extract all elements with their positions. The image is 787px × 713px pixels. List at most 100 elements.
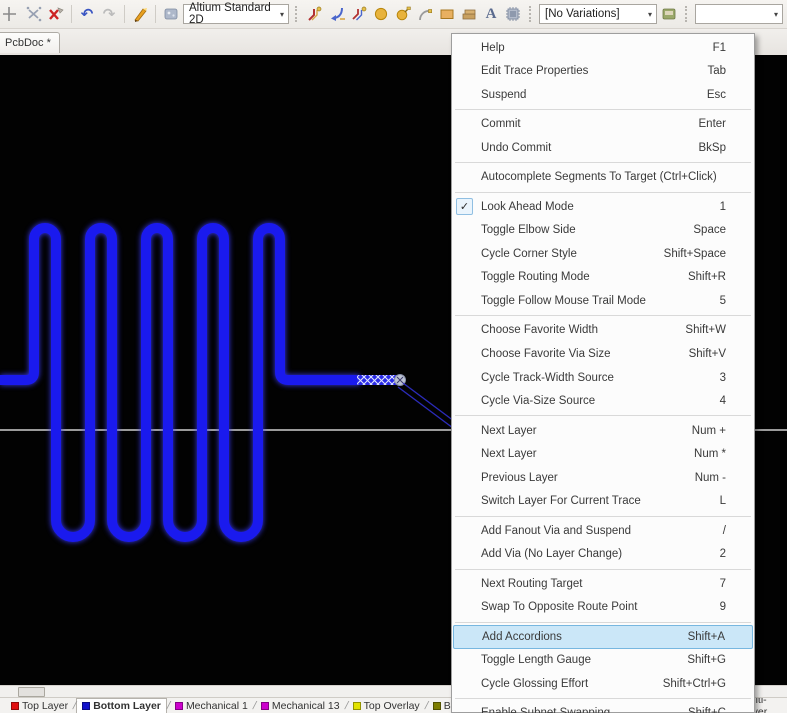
menu-item-cycle-corner-style[interactable]: Cycle Corner StyleShift+Space: [452, 242, 754, 266]
toolbar-separator: [124, 5, 125, 23]
menu-item-choose-favorite-width[interactable]: Choose Favorite WidthShift+W: [452, 319, 754, 343]
serpentine-trace: [0, 228, 360, 537]
via-icon[interactable]: [393, 4, 413, 24]
menu-item-add-via-no-layer-change[interactable]: Add Via (No Layer Change)2: [452, 543, 754, 567]
menu-item-cycle-via-size-source[interactable]: Cycle Via-Size Source4: [452, 389, 754, 413]
variations-combo-value: [No Variations]: [545, 8, 620, 20]
layer-tab-label: Mechanical 1: [186, 700, 248, 712]
document-tab-pcbdoc[interactable]: PcbDoc *: [0, 32, 60, 53]
menu-item-label: Add Fanout Via and Suspend: [481, 525, 723, 537]
chevron-down-icon[interactable]: ▾: [643, 10, 656, 19]
horizontal-scrollbar-thumb[interactable]: [18, 687, 45, 697]
menu-item-label: Suspend: [481, 89, 707, 101]
menu-item-label: Choose Favorite Width: [481, 324, 685, 336]
menu-item-look-ahead-mode[interactable]: ✓Look Ahead Mode1: [452, 195, 754, 219]
menu-item-label: Add Accordions: [482, 631, 688, 643]
menu-item-label: Toggle Routing Mode: [481, 271, 688, 283]
menu-item-autocomplete-segments-to-target-ctrl-click[interactable]: Autocomplete Segments To Target (Ctrl+Cl…: [452, 166, 754, 190]
menu-item-cycle-glossing-effort[interactable]: Cycle Glossing EffortShift+Ctrl+G: [452, 672, 754, 696]
arc-icon[interactable]: [415, 4, 435, 24]
lookahead-line-2: [398, 387, 457, 431]
menu-item-label: Cycle Track-Width Source: [481, 372, 720, 384]
extra-combo[interactable]: ▾: [695, 4, 783, 24]
menu-item-toggle-routing-mode[interactable]: Toggle Routing ModeShift+R: [452, 266, 754, 290]
toolbar-separator: [71, 5, 72, 23]
region-icon[interactable]: [459, 4, 479, 24]
menu-separator: [455, 162, 751, 163]
layer-tab-top-overlay[interactable]: Top Overlay: [348, 698, 425, 713]
menu-item-toggle-length-gauge[interactable]: Toggle Length GaugeShift+G: [452, 649, 754, 673]
menu-separator: [455, 192, 751, 193]
delete-cross-icon[interactable]: [46, 4, 66, 24]
menu-item-label: Toggle Follow Mouse Trail Mode: [481, 295, 720, 307]
menu-item-shortcut: 7: [720, 578, 726, 590]
menu-item-suspend[interactable]: SuspendEsc: [452, 83, 754, 107]
menu-item-enable-subnet-swapping[interactable]: Enable Subnet SwappingShift+C: [452, 701, 754, 713]
menu-item-shortcut: BkSp: [699, 142, 727, 154]
menu-item-edit-trace-properties[interactable]: Edit Trace PropertiesTab: [452, 60, 754, 84]
layer-tab-top-layer[interactable]: Top Layer: [6, 698, 73, 713]
undo-icon[interactable]: ↶: [77, 4, 97, 24]
menu-item-next-routing-target[interactable]: Next Routing Target7: [452, 572, 754, 596]
menu-item-shortcut: Esc: [707, 89, 726, 101]
toolbar-drag-handle: [529, 6, 533, 22]
menu-item-undo-commit[interactable]: Undo CommitBkSp: [452, 136, 754, 160]
menu-item-add-accordions[interactable]: Add AccordionsShift+A: [453, 625, 753, 649]
menu-item-shortcut: Shift+C: [688, 707, 726, 713]
menu-item-help[interactable]: HelpF1: [452, 36, 754, 60]
menu-item-next-layer[interactable]: Next LayerNum +: [452, 419, 754, 443]
interactive-route-icon[interactable]: [305, 4, 325, 24]
fill-icon[interactable]: [437, 4, 457, 24]
menu-item-shortcut: 2: [720, 548, 726, 560]
string-icon[interactable]: A: [481, 4, 501, 24]
menu-item-switch-layer-for-current-trace[interactable]: Switch Layer For Current TraceL: [452, 490, 754, 514]
net-select-icon[interactable]: [24, 4, 44, 24]
board-insight-icon[interactable]: [161, 4, 181, 24]
main-toolbar: ↶ ↷ Altium Standard 2D▾ A [No Variations] ▾ ▾: [0, 0, 787, 29]
menu-item-add-fanout-via-and-suspend[interactable]: Add Fanout Via and Suspend/: [452, 519, 754, 543]
menu-item-shortcut: Space: [693, 224, 726, 236]
menu-item-cycle-track-width-source[interactable]: Cycle Track-Width Source3: [452, 366, 754, 390]
layer-tab-label: Mechanical 13: [272, 700, 340, 712]
layer-tab-bottom-layer[interactable]: Bottom Layer: [76, 698, 167, 713]
crosshair-partial-icon[interactable]: [2, 4, 22, 24]
toolbar-drag-handle: [685, 6, 689, 22]
menu-item-shortcut: 1: [720, 201, 726, 213]
menu-separator: [455, 569, 751, 570]
menu-item-next-layer[interactable]: Next LayerNum *: [452, 442, 754, 466]
menu-separator: [455, 622, 751, 623]
menu-item-previous-layer[interactable]: Previous LayerNum -: [452, 466, 754, 490]
layer-color-swatch: [261, 702, 269, 710]
menu-item-choose-favorite-via-size[interactable]: Choose Favorite Via SizeShift+V: [452, 342, 754, 366]
menu-item-shortcut: /: [723, 525, 726, 537]
wand-pencil-icon[interactable]: [130, 4, 150, 24]
redo-icon[interactable]: ↷: [99, 4, 119, 24]
menu-item-shortcut: Shift+W: [685, 324, 726, 336]
menu-item-label: Cycle Via-Size Source: [481, 395, 720, 407]
component-icon[interactable]: [503, 4, 523, 24]
toolbar-separator: [155, 5, 156, 23]
redo-glyph: ↷: [103, 7, 116, 22]
menu-item-swap-to-opposite-route-point[interactable]: Swap To Opposite Route Point9: [452, 596, 754, 620]
chevron-down-icon[interactable]: ▾: [769, 10, 782, 19]
menu-item-label: Next Layer: [481, 448, 694, 460]
variations-combo[interactable]: [No Variations] ▾: [539, 4, 657, 24]
layer-tab-mechanical-1[interactable]: Mechanical 1: [170, 698, 253, 713]
menu-item-shortcut: 9: [720, 601, 726, 613]
menu-item-commit[interactable]: CommitEnter: [452, 113, 754, 137]
menu-item-toggle-follow-mouse-trail-mode[interactable]: Toggle Follow Mouse Trail Mode5: [452, 289, 754, 313]
chevron-down-icon[interactable]: ▾: [275, 10, 288, 19]
menu-separator: [455, 516, 751, 517]
menu-item-label: Help: [481, 42, 713, 54]
menu-item-shortcut: Shift+Space: [664, 248, 726, 260]
layer-tab-mechanical-13[interactable]: Mechanical 13: [256, 698, 345, 713]
route-arrow-icon[interactable]: [327, 4, 347, 24]
view-mode-combo[interactable]: Altium Standard 2D▾: [183, 4, 289, 24]
menu-item-label: Previous Layer: [481, 472, 695, 484]
menu-item-shortcut: Shift+R: [688, 271, 726, 283]
pad-icon[interactable]: [371, 4, 391, 24]
diff-pair-route-icon[interactable]: [349, 4, 369, 24]
variant-icon[interactable]: [659, 4, 679, 24]
menu-item-toggle-elbow-side[interactable]: Toggle Elbow SideSpace: [452, 219, 754, 243]
menu-item-label: Toggle Length Gauge: [481, 654, 687, 666]
